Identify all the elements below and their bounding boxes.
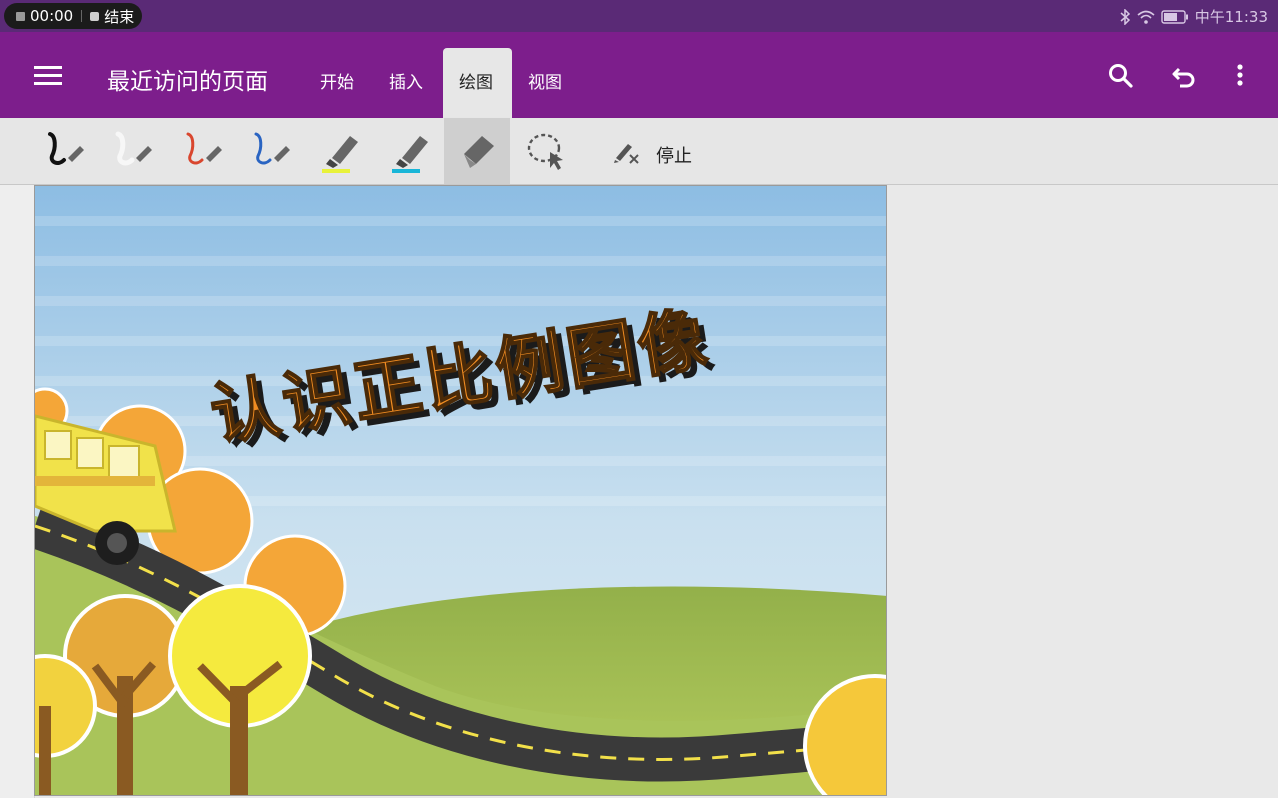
- hamburger-menu-icon[interactable]: [34, 66, 62, 88]
- stop-drawing-button[interactable]: 停止: [656, 142, 692, 168]
- lasso-select-tool[interactable]: [512, 118, 578, 184]
- status-bar: 00:00 结束 中午11:33: [0, 0, 1278, 32]
- slide-image[interactable]: 认识正比例图像 认识正比例图像: [34, 185, 887, 796]
- highlighter-cyan-tool[interactable]: [376, 118, 442, 184]
- divider: [81, 10, 83, 22]
- wifi-icon: [1137, 10, 1155, 24]
- recording-time: 00:00: [30, 7, 74, 25]
- pen-red-icon: [186, 132, 222, 165]
- page-title: 最近访问的页面: [107, 69, 268, 95]
- undo-icon[interactable]: [1170, 62, 1198, 90]
- record-icon: [16, 11, 25, 21]
- pen-white-icon: [115, 131, 152, 166]
- canvas-margin: [0, 185, 35, 798]
- pen-black-icon: [48, 132, 84, 165]
- search-icon[interactable]: [1107, 62, 1135, 90]
- battery-icon: [1161, 9, 1188, 24]
- system-status: 中午11:33: [1119, 6, 1268, 27]
- pen-white-tool[interactable]: [98, 118, 164, 184]
- screen-recording-pill[interactable]: 00:00 结束: [4, 3, 142, 29]
- pen-blue-icon: [254, 132, 290, 165]
- stop-record-icon: [90, 11, 100, 21]
- clock: 中午11:33: [1194, 8, 1268, 26]
- eraser-tool[interactable]: [444, 118, 510, 184]
- lasso-select-icon: [527, 133, 563, 170]
- more-options-icon[interactable]: [1230, 62, 1250, 90]
- highlighter-yellow-tool[interactable]: [306, 118, 372, 184]
- highlighter-yellow-icon: [322, 136, 358, 173]
- pen-red-tool[interactable]: [168, 118, 234, 184]
- pen-black-tool[interactable]: [30, 118, 96, 184]
- tab-insert[interactable]: 插入: [389, 68, 423, 93]
- tab-view[interactable]: 视图: [528, 68, 562, 93]
- bluetooth-icon: [1120, 8, 1130, 25]
- end-recording-button[interactable]: 结束: [104, 6, 134, 27]
- eraser-icon: [464, 136, 494, 168]
- tab-draw-label: 绘图: [459, 73, 493, 93]
- tab-home[interactable]: 开始: [320, 68, 354, 93]
- highlighter-cyan-icon: [392, 136, 428, 173]
- tab-draw[interactable]: 绘图: [443, 48, 512, 118]
- stop-drawing-icon: [614, 144, 639, 164]
- pen-blue-tool[interactable]: [236, 118, 302, 184]
